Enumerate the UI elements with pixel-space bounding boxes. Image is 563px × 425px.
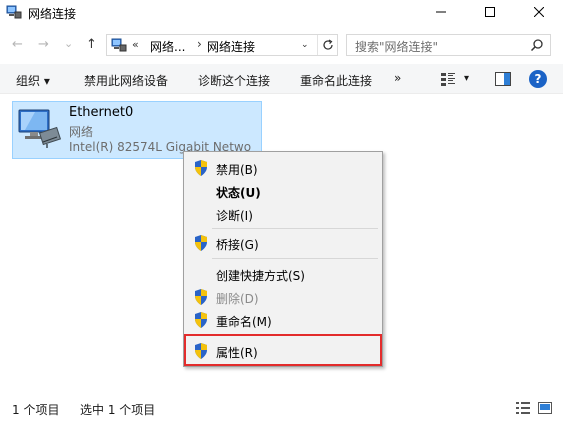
connection-name: Ethernet0: [69, 105, 134, 120]
help-button[interactable]: ?: [529, 70, 547, 88]
up-button[interactable]: ↑: [86, 37, 97, 52]
title-bar: 网络连接: [0, 0, 563, 26]
uac-shield-icon: [195, 235, 207, 251]
close-button[interactable]: [516, 0, 562, 24]
context-menu: 禁用(B) 状态(U) 诊断(I) 桥接(G) 创建快捷方式(S) 删除(D) …: [183, 151, 383, 367]
refresh-button[interactable]: [317, 35, 337, 55]
maximize-icon: [485, 7, 495, 17]
network-folder-icon: [111, 38, 127, 52]
menu-item-label: 状态(U): [216, 186, 261, 200]
menu-item-label: 诊断(I): [216, 209, 253, 223]
search-box[interactable]: 搜索"网络连接": [346, 34, 551, 56]
command-bar: 组织 ▾ 禁用此网络设备 诊断这个连接 重命名此连接 » ▾ ?: [0, 64, 563, 94]
breadcrumb-network-connections[interactable]: 网络连接: [207, 38, 255, 55]
menu-item-diagnose[interactable]: 诊断(I): [186, 203, 380, 225]
recent-locations-button[interactable]: ⌄: [64, 37, 73, 50]
uac-shield-icon: [195, 289, 207, 305]
item-count: 1 个项目: [12, 403, 60, 417]
details-view-icon[interactable]: [516, 402, 530, 414]
large-icons-view-icon[interactable]: [538, 402, 552, 414]
refresh-icon: [322, 39, 333, 50]
maximize-button[interactable]: [467, 0, 513, 24]
status-bar: 1 个项目 选中 1 个项目: [0, 397, 563, 421]
change-view-icon[interactable]: [441, 72, 455, 86]
network-connections-icon: [6, 5, 22, 19]
navigation-bar: ← → ⌄ ↑ « 网络... › 网络连接 ⌄ 搜索"网络连接": [0, 30, 563, 60]
menu-item-bridge[interactable]: 桥接(G): [186, 232, 380, 254]
connection-type: 网络: [69, 125, 94, 139]
search-placeholder: 搜索"网络连接": [355, 40, 439, 54]
minimize-button[interactable]: [418, 0, 464, 24]
back-button[interactable]: ←: [12, 37, 23, 52]
rename-connection-button[interactable]: 重命名此连接: [300, 72, 372, 89]
breadcrumb-network[interactable]: 网络...: [150, 38, 185, 55]
address-dropdown-button[interactable]: ⌄: [301, 40, 309, 50]
menu-item-label: 创建快捷方式(S): [216, 269, 305, 283]
menu-item-status[interactable]: 状态(U): [186, 180, 380, 202]
window-title: 网络连接: [28, 7, 77, 21]
menu-item-disable[interactable]: 禁用(B): [186, 157, 380, 179]
menu-separator: [212, 258, 378, 259]
menu-item-delete[interactable]: 删除(D): [186, 286, 380, 308]
uac-shield-icon: [195, 312, 207, 328]
organize-menu-button[interactable]: 组织 ▾: [16, 72, 50, 89]
forward-button[interactable]: →: [38, 37, 49, 52]
search-icon[interactable]: [530, 38, 544, 52]
preview-pane-icon[interactable]: [495, 72, 511, 86]
more-commands-button[interactable]: »: [394, 71, 401, 85]
menu-item-label: 桥接(G): [216, 238, 259, 252]
address-bar[interactable]: « 网络... › 网络连接 ⌄: [106, 34, 338, 56]
menu-item-create-shortcut[interactable]: 创建快捷方式(S): [186, 263, 380, 285]
network-adapter-icon: [18, 109, 62, 148]
address-overflow-button[interactable]: «: [132, 38, 139, 51]
diagnose-connection-button[interactable]: 诊断这个连接: [198, 72, 270, 89]
menu-item-label: 重命名(M): [216, 315, 272, 329]
minimize-icon: [436, 11, 446, 13]
close-icon: [534, 7, 544, 17]
breadcrumb-separator[interactable]: ›: [197, 37, 202, 51]
menu-item-label: 删除(D): [216, 292, 259, 306]
view-options-dropdown[interactable]: ▾: [464, 73, 469, 84]
menu-item-rename[interactable]: 重命名(M): [186, 309, 380, 331]
menu-separator: [212, 228, 378, 229]
disable-device-button[interactable]: 禁用此网络设备: [84, 72, 168, 89]
menu-item-label: 禁用(B): [216, 163, 258, 177]
selected-count: 选中 1 个项目: [80, 403, 156, 417]
uac-shield-icon: [195, 160, 207, 176]
properties-highlight-box: [184, 334, 382, 366]
